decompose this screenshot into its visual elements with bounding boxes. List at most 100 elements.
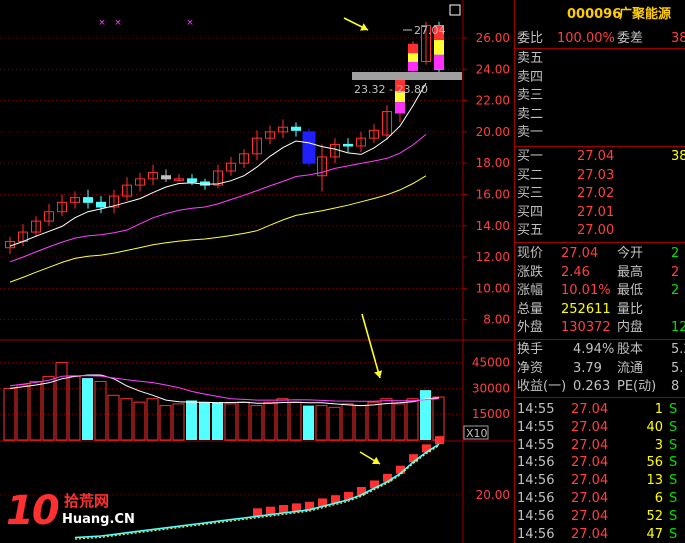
tick-flag: S <box>669 455 678 471</box>
buy-level-row: 买二 27.03 <box>515 167 685 185</box>
volume-bar <box>341 403 354 441</box>
tick-price: 27.04 <box>571 455 609 471</box>
sell-level-label: 卖三 <box>517 88 544 104</box>
volume-bar <box>237 401 250 441</box>
sell-level-row: 卖四 <box>515 69 685 87</box>
volume-bar <box>303 405 314 440</box>
volume-unit-label: X10 <box>466 427 488 440</box>
volume-bar <box>172 403 185 441</box>
buy-level-price: 27.03 <box>577 167 615 183</box>
stat-value: 2.46 <box>561 264 590 280</box>
volume-bar <box>328 406 341 441</box>
watermark-site: 拾荒网 <box>64 492 110 510</box>
fundamental-label: 流通 <box>617 360 644 376</box>
buy-level-label: 买五 <box>517 223 544 239</box>
marker-x: × <box>114 18 122 28</box>
fundamental-label: 收益(一) <box>517 379 567 395</box>
stat-label: 量比 <box>617 301 644 317</box>
fundamental-label: PE(动) <box>617 379 657 395</box>
stat-value: 130372 <box>561 320 611 336</box>
volume-bar <box>199 402 210 440</box>
stat-row: 外盘 130372 内盘 122 <box>515 319 685 337</box>
tick-volume: 40 <box>646 419 663 435</box>
volume-bar <box>380 398 393 441</box>
candle-highlight <box>434 54 444 70</box>
volume-bar <box>315 405 328 441</box>
tick-row: 14:55 27.04 40 S <box>515 419 685 437</box>
stat-value: 252611 <box>561 301 611 317</box>
volume-bar <box>146 398 159 441</box>
fundamental-label: 换手 <box>517 342 544 357</box>
fundamental-value: 4.94% <box>573 342 615 357</box>
tick-row: 14:56 27.04 56 S <box>515 454 685 472</box>
tick-flag: S <box>669 473 678 489</box>
sell-level-row: 卖三 <box>515 87 685 105</box>
stat-label: 现价 <box>517 246 544 261</box>
range-label: 23.32 - 23.80 <box>354 83 428 96</box>
price-axis-label: 20.00 <box>476 125 510 139</box>
candle-body <box>187 178 197 183</box>
candle-body <box>291 126 301 131</box>
volume-bar <box>186 400 197 440</box>
tick-time: 14:56 <box>517 455 555 471</box>
weibi-label: 委比 <box>517 31 544 46</box>
kline-chart-area[interactable]: 26.00 24.00 22.00 20.00 18.00 16.00 14.00 12.00… <box>0 0 514 543</box>
tick-row: 14:56 27.04 52 S <box>515 508 685 526</box>
price-axis-label: 12.00 <box>476 250 510 264</box>
volume-bar <box>250 405 263 441</box>
buy-level-label: 买二 <box>517 167 544 183</box>
buy-level-row: 买一 27.04 38 <box>515 148 685 166</box>
stat-row: 现价 27.04 今开 2 <box>515 245 685 263</box>
buy-level-price: 27.01 <box>577 204 615 220</box>
tick-flag: S <box>669 419 678 435</box>
volume-bar <box>224 403 237 441</box>
tick-time: 14:55 <box>517 419 555 435</box>
stat-label: 涨跌 <box>517 264 544 280</box>
tick-row: 14:55 27.04 1 S <box>515 401 685 419</box>
buy-level-price: 27.04 <box>577 149 615 164</box>
buy-level-volume: 38 <box>671 149 685 164</box>
volume-bar <box>16 384 29 441</box>
stat-label: 涨幅 <box>517 283 544 299</box>
weicha-label: 委差 <box>617 31 644 46</box>
tick-price: 27.04 <box>571 473 609 489</box>
tick-price: 27.04 <box>571 419 609 435</box>
volume-bar <box>94 381 107 441</box>
tick-volume: 6 <box>654 491 663 506</box>
stock-header: 000096 广聚能源 <box>515 0 685 30</box>
watermark-domain: Huang.CN <box>62 512 135 527</box>
volume-bar <box>29 381 42 441</box>
sell-level-label: 卖二 <box>517 106 544 122</box>
stat-value: 10.01% <box>561 283 611 299</box>
candle-highlight <box>434 40 444 55</box>
tick-volume: 47 <box>646 526 663 542</box>
volume-bar <box>159 405 172 441</box>
tick-price: 27.04 <box>571 491 609 506</box>
price-axis-label: 22.00 <box>476 94 510 108</box>
buy-level-price: 27.00 <box>577 223 615 239</box>
volume-axis-label: 45000 <box>472 356 510 370</box>
candle-body <box>96 201 106 208</box>
weibi-row: 委比 100.00% 委差 38 <box>515 30 685 48</box>
volume-bar <box>367 401 380 441</box>
fundamental-value: 8 <box>671 379 680 395</box>
volume-bar <box>82 378 93 440</box>
sell-level-row: 卖五 <box>515 50 685 68</box>
kline-chart[interactable]: 26.00 24.00 22.00 20.00 18.00 16.00 14.00 12.00… <box>0 0 514 543</box>
ma20-line <box>9 175 427 283</box>
annotation-arrow-volume-head <box>374 370 383 378</box>
price-axis-label: 8.00 <box>483 313 510 327</box>
tick-flag: S <box>669 526 678 542</box>
fundamental-value: 3.79 <box>573 360 602 376</box>
stat-value: 2 <box>671 246 680 261</box>
tick-time: 14:55 <box>517 437 555 453</box>
volume-bar <box>263 401 276 441</box>
candle-highlight <box>408 53 418 62</box>
volume-bar <box>107 394 120 441</box>
price-axis-label: 10.00 <box>476 281 510 295</box>
candle-highlight <box>408 61 418 71</box>
candle-body <box>83 197 93 203</box>
lower-indicator-bar <box>435 436 444 445</box>
stat-label: 最高 <box>617 264 644 280</box>
volume-bar <box>276 398 289 441</box>
